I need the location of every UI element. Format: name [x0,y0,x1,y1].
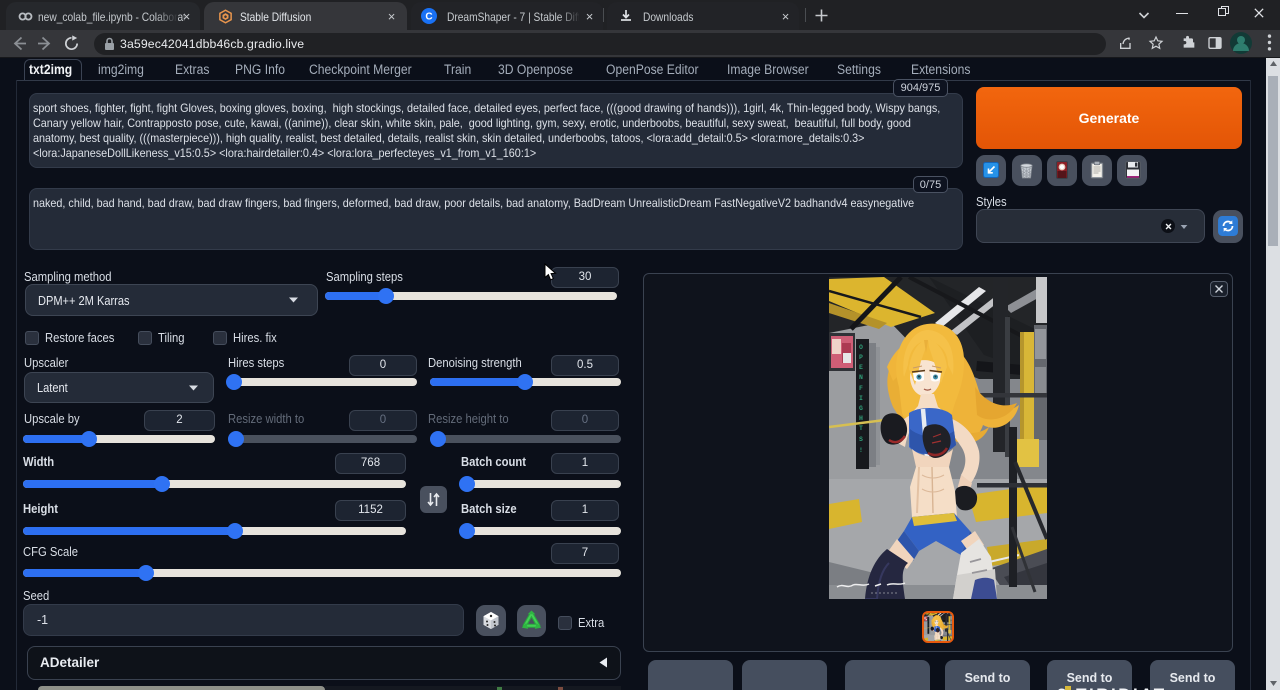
svg-text:C: C [425,12,432,23]
